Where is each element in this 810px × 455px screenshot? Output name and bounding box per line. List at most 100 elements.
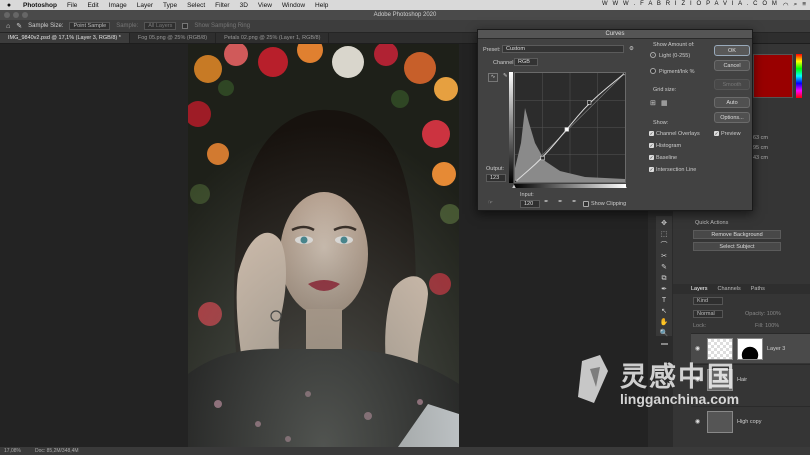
baseline-checkbox[interactable]: ✓ (649, 155, 654, 160)
light-label: Light (0-255) (659, 53, 691, 59)
curve-point[interactable] (512, 179, 518, 185)
sample-size-label: Sample Size: (28, 23, 64, 29)
show-clipping-checkbox[interactable] (583, 201, 589, 207)
preset-options-gear-icon[interactable]: ⚙ (629, 46, 634, 52)
remove-background-button[interactable]: Remove Background (693, 230, 781, 239)
search-icon[interactable]: ⌕ (794, 1, 798, 9)
hand-tool-icon[interactable]: ✋ (659, 318, 669, 327)
lock-label: Lock: (693, 323, 707, 329)
on-image-adjust-icon[interactable]: ☞ (488, 200, 493, 206)
menu-photoshop[interactable]: Photoshop (18, 2, 62, 9)
curve-point[interactable] (622, 70, 628, 76)
blend-mode-select[interactable]: Normal (693, 310, 723, 318)
grid-detailed-icon[interactable]: ▦ (661, 99, 668, 107)
intersection-line-checkbox[interactable]: ✓ (649, 167, 654, 172)
minimize-window-button[interactable] (13, 12, 19, 18)
grid-simple-icon[interactable]: ⊞ (650, 99, 656, 107)
sample-size-select[interactable]: Point Sample (69, 22, 111, 30)
white-eyedropper-icon[interactable]: ✒ (572, 199, 577, 205)
curve-graph[interactable] (512, 70, 628, 185)
black-point-slider-icon[interactable]: ▲ (511, 184, 517, 190)
foreground-color-swatch[interactable] (660, 343, 668, 345)
tab-channels[interactable]: Channels (718, 284, 741, 294)
layer-kind-filter[interactable]: Kind (693, 297, 723, 305)
status-bar: 17,08% Doc: 85,2M/348,4M (0, 447, 810, 455)
menu-3d[interactable]: 3D (235, 2, 253, 9)
tab-paths[interactable]: Paths (751, 284, 765, 294)
move-tool-icon[interactable]: ✥ (659, 219, 669, 228)
opacity-value[interactable]: Opacity: 100% (745, 311, 781, 317)
tab-fog-05[interactable]: Fog 05.png @ 25% (RGB/8) (130, 33, 217, 43)
apple-menu-icon[interactable]: ● (0, 2, 18, 9)
menu-image[interactable]: Image (104, 2, 132, 9)
menu-window[interactable]: Window (277, 2, 310, 9)
black-eyedropper-icon[interactable]: ✒ (544, 199, 549, 205)
color-panel[interactable] (753, 54, 793, 98)
zoom-level[interactable]: 17,08% (4, 447, 21, 455)
smooth-button[interactable]: Smooth (714, 79, 750, 90)
prop-width-value: 63 cm (753, 135, 768, 141)
select-subject-button[interactable]: Select Subject (693, 242, 781, 251)
preset-select[interactable]: Custom (502, 45, 624, 53)
visibility-eye-icon[interactable]: ◉ (695, 345, 703, 352)
ok-button[interactable]: OK (714, 45, 750, 56)
menu-layer[interactable]: Layer (132, 2, 158, 9)
show-sampling-ring-checkbox[interactable] (182, 23, 189, 29)
fill-value[interactable]: Fill: 100% (755, 323, 779, 329)
crop-tool-icon[interactable]: ✂ (659, 252, 669, 261)
path-select-tool-icon[interactable]: ↖ (659, 307, 669, 316)
pen-tool-icon[interactable]: ✒ (659, 285, 669, 294)
menu-help[interactable]: Help (310, 2, 333, 9)
preview-checkbox[interactable]: ✓ (714, 131, 719, 136)
histogram-checkbox[interactable]: ✓ (649, 143, 654, 148)
window-title: Adobe Photoshop 2020 (373, 12, 437, 18)
menubar-status-icons: ◠ ⌕ ≡ (783, 1, 806, 9)
home-icon[interactable]: ⌂ (6, 23, 10, 30)
menu-select[interactable]: Select (182, 2, 210, 9)
wifi-icon[interactable]: ◠ (783, 1, 789, 9)
light-radio[interactable] (650, 52, 656, 58)
marquee-tool-icon[interactable]: ⬚ (659, 230, 669, 239)
pigment-radio[interactable] (650, 68, 656, 74)
input-field[interactable]: 120 (520, 200, 540, 208)
zoom-tool-icon[interactable]: 🔍 (659, 329, 669, 338)
menu-file[interactable]: File (62, 2, 82, 9)
prop-height-value: 95 cm (753, 145, 768, 151)
hue-slider[interactable] (796, 54, 802, 98)
close-window-button[interactable] (4, 12, 10, 18)
lasso-tool-icon[interactable]: ⌒ (659, 241, 669, 250)
menu-view[interactable]: View (253, 2, 277, 9)
menu-edit[interactable]: Edit (82, 2, 103, 9)
white-point-slider-icon[interactable]: ▲ (622, 184, 628, 190)
tab-petals-02[interactable]: Petals 02.png @ 25% (Layer 1, RGB/8) (216, 33, 330, 43)
zoom-window-button[interactable] (22, 12, 28, 18)
curve-graph-svg[interactable] (512, 70, 628, 185)
menu-type[interactable]: Type (158, 2, 182, 9)
edit-points-icon[interactable]: ∿ (488, 73, 498, 82)
curve-point[interactable] (540, 155, 545, 161)
tab-layers[interactable]: Layers (691, 284, 708, 294)
curve-point[interactable] (564, 127, 569, 132)
channel-select[interactable]: RGB (514, 58, 538, 66)
eyedropper-tool-icon[interactable]: ✎ (16, 22, 22, 30)
layer-name: Layer 3 (767, 345, 786, 352)
visibility-eye-icon[interactable]: ◉ (695, 418, 703, 425)
gray-eyedropper-icon[interactable]: ✒ (558, 199, 563, 205)
channel-overlays-label: Channel Overlays (656, 131, 700, 137)
channel-overlays-checkbox[interactable]: ✓ (649, 131, 654, 136)
auto-button[interactable]: Auto (714, 97, 750, 108)
curve-point[interactable] (587, 100, 592, 105)
grid-size-label: Grid size: (653, 87, 677, 93)
menu-filter[interactable]: Filter (210, 2, 234, 9)
output-field[interactable]: 123 (486, 174, 506, 182)
sample-select[interactable]: All Layers (144, 22, 177, 30)
portrait-photo[interactable] (188, 44, 459, 447)
tab-img-9840[interactable]: IMG_9840v2.psd @ 17,1% (Layer 3, RGB/8) … (0, 33, 130, 43)
clone-tool-icon[interactable]: ⧉ (659, 274, 669, 283)
type-tool-icon[interactable]: T (659, 296, 669, 305)
options-button[interactable]: Options... (714, 112, 750, 123)
brush-tool-icon[interactable]: ✎ (659, 263, 669, 272)
control-center-icon[interactable]: ≡ (802, 1, 806, 9)
pencil-draw-icon[interactable]: ✎ (503, 73, 508, 79)
cancel-button[interactable]: Cancel (714, 60, 750, 71)
